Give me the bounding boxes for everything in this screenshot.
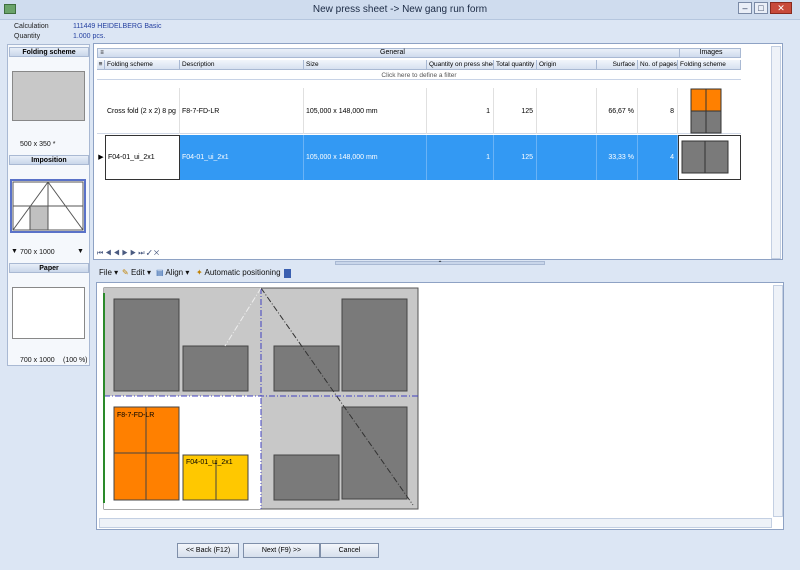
paper-size: 700 x 1000: [20, 357, 55, 364]
cell-pages: 8: [638, 88, 678, 134]
cell-description: F04-01_ui_2x1: [180, 135, 304, 180]
grid-vertical-scrollbar[interactable]: [771, 46, 781, 259]
calculation-label: Calculation: [14, 23, 49, 30]
table-row[interactable]: Cross fold (2 x 2) 8 pg F8-7-FD-LR 105,0…: [97, 88, 741, 134]
cell-pages: 4: [638, 135, 678, 180]
imposition-options-icon[interactable]: ▼: [77, 248, 84, 255]
cell-qty-sheet: 1: [427, 88, 494, 134]
edit-icon: ✎: [122, 268, 129, 277]
toolbar-extra-icon[interactable]: [284, 269, 291, 278]
file-menu[interactable]: File ▾: [99, 268, 118, 277]
cell-origin: [537, 88, 597, 134]
canvas-vertical-scrollbar[interactable]: [773, 285, 783, 517]
auto-position-icon: ✦: [196, 268, 203, 277]
close-icon[interactable]: ✕: [770, 2, 792, 14]
automatic-positioning-button[interactable]: ✦ Automatic positioning: [196, 268, 281, 277]
cell-surface: 66,67 %: [597, 88, 638, 134]
folding-scheme-size: 500 x 350 *: [20, 141, 56, 148]
canvas-label-f04: F04-01_ui_2x1: [186, 459, 233, 466]
jobs-grid: ≡ General Images ≡ Folding scheme Descri…: [93, 43, 783, 260]
col-surface[interactable]: Surface: [597, 60, 638, 70]
col-image-folding-scheme[interactable]: Folding scheme: [678, 60, 741, 70]
group-header-row: ≡ General Images: [97, 48, 741, 58]
cell-surface: 33,33 %: [597, 135, 638, 180]
layout-toolbar: File ▾ ✎ Edit ▾ ▤ Align ▾ ✦ Automatic po…: [96, 266, 396, 280]
calculation-value: 111449 HEIDELBERG Basic: [73, 23, 162, 30]
back-button[interactable]: << Back (F12): [177, 543, 239, 558]
next-button[interactable]: Next (F9) >>: [243, 543, 320, 558]
cell-folding: Cross fold (2 x 2) 8 pg: [105, 88, 180, 134]
col-origin[interactable]: Origin: [537, 60, 597, 70]
window-title: New press sheet -> New gang run form: [312, 4, 488, 15]
imposition-dropdown-icon[interactable]: ▼: [11, 248, 18, 255]
cell-folding[interactable]: F04-01_ui_2x1: [105, 135, 180, 180]
panel-splitter[interactable]: ⌃: [335, 261, 545, 267]
paper-percent: (100 %): [63, 357, 88, 364]
col-qty-on-sheet[interactable]: Quantity on press sheet: [427, 60, 494, 70]
imposition-heading: Imposition: [9, 155, 89, 165]
paper-heading: Paper: [9, 263, 89, 273]
cell-total: 125: [494, 88, 537, 134]
press-sheet-drawing[interactable]: [97, 283, 783, 529]
folding-scheme-thumbnail[interactable]: [12, 71, 85, 121]
imposition-thumbnail[interactable]: [10, 179, 86, 233]
align-menu[interactable]: ▤ Align ▾: [156, 268, 189, 277]
canvas-label-f8: F8-7-FD-LR: [117, 412, 155, 419]
cell-size: 105,000 x 148,000 mm: [304, 88, 427, 134]
folding-scheme-heading: Folding scheme: [9, 47, 89, 57]
group-general: General: [106, 49, 680, 57]
edit-menu[interactable]: ✎ Edit ▾: [122, 268, 151, 277]
canvas-horizontal-scrollbar[interactable]: [99, 518, 772, 528]
col-size[interactable]: Size: [304, 60, 427, 70]
paper-thumbnail[interactable]: [12, 287, 85, 339]
layout-canvas: F8-7-FD-LR F04-01_ui_2x1: [96, 282, 784, 530]
row-indicator-icon: ▶: [98, 154, 104, 161]
group-images: Images: [699, 49, 723, 56]
filter-row[interactable]: Click here to define a filter: [97, 71, 741, 80]
record-navigator[interactable]: ⏮◀◀▶▶⏭✓✕: [97, 250, 177, 259]
cell-origin: [537, 135, 597, 180]
left-panel: Folding scheme 500 x 350 * Imposition ▼ …: [7, 44, 90, 366]
column-chooser-icon[interactable]: ≡: [98, 49, 106, 57]
col-total-quantity[interactable]: Total quantity: [494, 60, 537, 70]
cell-size: 105,000 x 148,000 mm: [304, 135, 427, 180]
col-description[interactable]: Description: [180, 60, 304, 70]
cell-folding-image: [678, 135, 741, 180]
cell-qty-sheet: 1: [427, 135, 494, 180]
imposition-size: 700 x 1000: [20, 249, 55, 256]
align-icon: ▤: [156, 268, 164, 277]
minimize-icon[interactable]: –: [738, 2, 752, 14]
cancel-button[interactable]: Cancel: [320, 543, 379, 558]
col-folding-scheme[interactable]: Folding scheme: [105, 60, 180, 70]
title-bar: New press sheet -> New gang run form – □…: [0, 0, 800, 20]
col-no-of-pages[interactable]: No. of pages: [638, 60, 678, 70]
quantity-label: Quantity: [14, 33, 41, 40]
quantity-value: 1.000 pcs.: [73, 33, 106, 40]
filter-icon[interactable]: ≡: [97, 60, 105, 70]
cell-total: 125: [494, 135, 537, 180]
maximize-icon[interactable]: □: [754, 2, 768, 14]
table-row-selected[interactable]: ▶ F04-01_ui_2x1 F04-01_ui_2x1 105,000 x …: [97, 135, 741, 180]
cell-description: F8-7-FD-LR: [180, 88, 304, 134]
cell-folding-image: [678, 88, 741, 134]
